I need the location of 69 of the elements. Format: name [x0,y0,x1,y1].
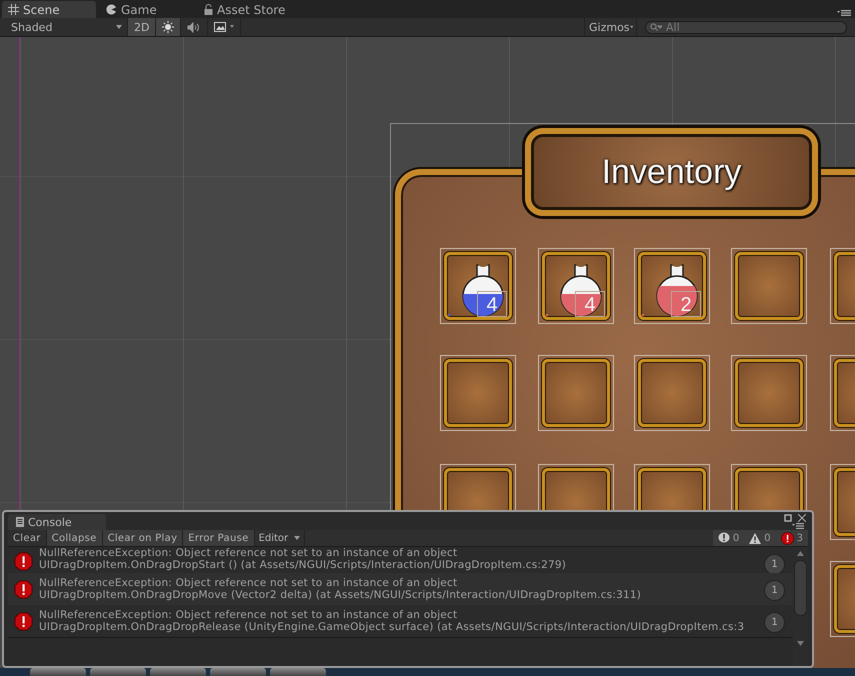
inventory-slot[interactable] [731,248,807,324]
taskbar-button[interactable] [210,668,266,676]
count-badge: 1 [764,580,785,601]
maximize-icon[interactable] [784,514,792,522]
log-message: NullReferenceException: Object reference not set to an instance of an object [39,547,458,559]
grid-icon [8,4,19,15]
console-button[interactable]: Collapse [46,530,103,546]
potion-flask-icon [558,260,604,318]
search-icon [650,22,662,32]
log-message: NullReferenceException: Object reference not set to an instance of an object [39,577,458,589]
scrollbar-thumb[interactable] [794,560,807,616]
item-count: 4 [575,291,605,317]
inventory-slot[interactable] [538,355,614,431]
counter-toggle[interactable]: 3 [776,530,808,546]
caret-icon [294,536,300,540]
inventory-slot[interactable] [731,355,807,431]
count-badge: 1 [764,554,785,573]
warning-icon [749,532,762,544]
lighting-toggle[interactable] [156,18,182,36]
2d-toggle[interactable]: 2D [128,18,156,36]
counter-toggle[interactable]: 0 [712,530,744,546]
source-dropdown[interactable]: Editor [254,530,305,546]
item-count: 4 [477,291,507,317]
image-icon [214,22,234,32]
taskbar-button[interactable] [90,668,146,676]
sun-icon [162,21,174,33]
taskbar-button[interactable] [150,668,206,676]
inventory-title: Inventory [602,152,742,192]
item-count: 2 [671,291,701,317]
info-icon [718,532,730,544]
scroll-up-icon[interactable] [797,551,804,556]
inventory-slot[interactable]: 4 [538,248,614,324]
potion-flask-icon [460,260,506,318]
error-icon [14,580,33,598]
caret-icon [116,25,122,29]
console-button[interactable]: Clear on Play [102,530,184,546]
error-icon [14,612,33,630]
counter-toggle[interactable]: 0 [744,530,776,546]
search-field[interactable]: All [645,20,847,34]
console-tab[interactable]: Console [8,514,106,530]
lock-icon [204,4,213,15]
log-location: UIDragDropItem.OnDragDropStart () (at Assets/NGUI/Scripts/Interaction/UIDragDropItem.cs:279) [39,559,566,571]
taskbar-button[interactable] [270,668,326,676]
count-badge: 1 [764,612,785,633]
editor-tab[interactable]: Scene [2,1,96,18]
inventory-slot[interactable]: 4 [440,248,516,324]
gizmos-dropdown[interactable]: Gizmos [584,18,637,36]
log-entry[interactable]: NullReferenceException: Object reference not set to an instance of an object UIDragDropItem.OnDragDropMove (Vector2 delta) (at Assets/NGUI/Scripts/Interaction/UIDragDropItem.cs:311) 1 [8,573,793,605]
potion-flask-icon [654,260,700,318]
menu-icon[interactable] [792,523,804,529]
scroll-down-icon[interactable] [797,641,804,646]
taskbar-button[interactable] [30,668,86,676]
inventory-slot[interactable] [440,355,516,431]
editor-tab[interactable]: Asset Store [198,1,292,18]
menu-icon[interactable] [837,8,851,16]
editor-tab[interactable]: Game [100,1,194,18]
caret-icon [630,25,633,29]
log-location: UIDragDropItem.OnDragDropMove (Vector2 delta) (at Assets/NGUI/Scripts/Interaction/UIDragDropItem.cs:311) [39,589,642,601]
close-icon[interactable] [798,514,806,522]
document-icon [16,517,24,527]
console-button[interactable]: Error Pause [183,530,255,546]
log-location: UIDragDropItem.OnDragDropRelease (UnityEngine.GameObject surface) (at Assets/NGUI/Scripts/Interaction/UIDragDropItem.cs:3 [39,621,744,633]
inventory-slot[interactable]: 2 [634,248,710,324]
inventory-slot[interactable] [634,355,710,431]
log-message: NullReferenceException: Object reference not set to an instance of an object [39,609,458,621]
speaker-icon [187,22,202,32]
pacman-icon [106,4,117,15]
error-icon [780,532,794,544]
error-icon [14,552,33,571]
